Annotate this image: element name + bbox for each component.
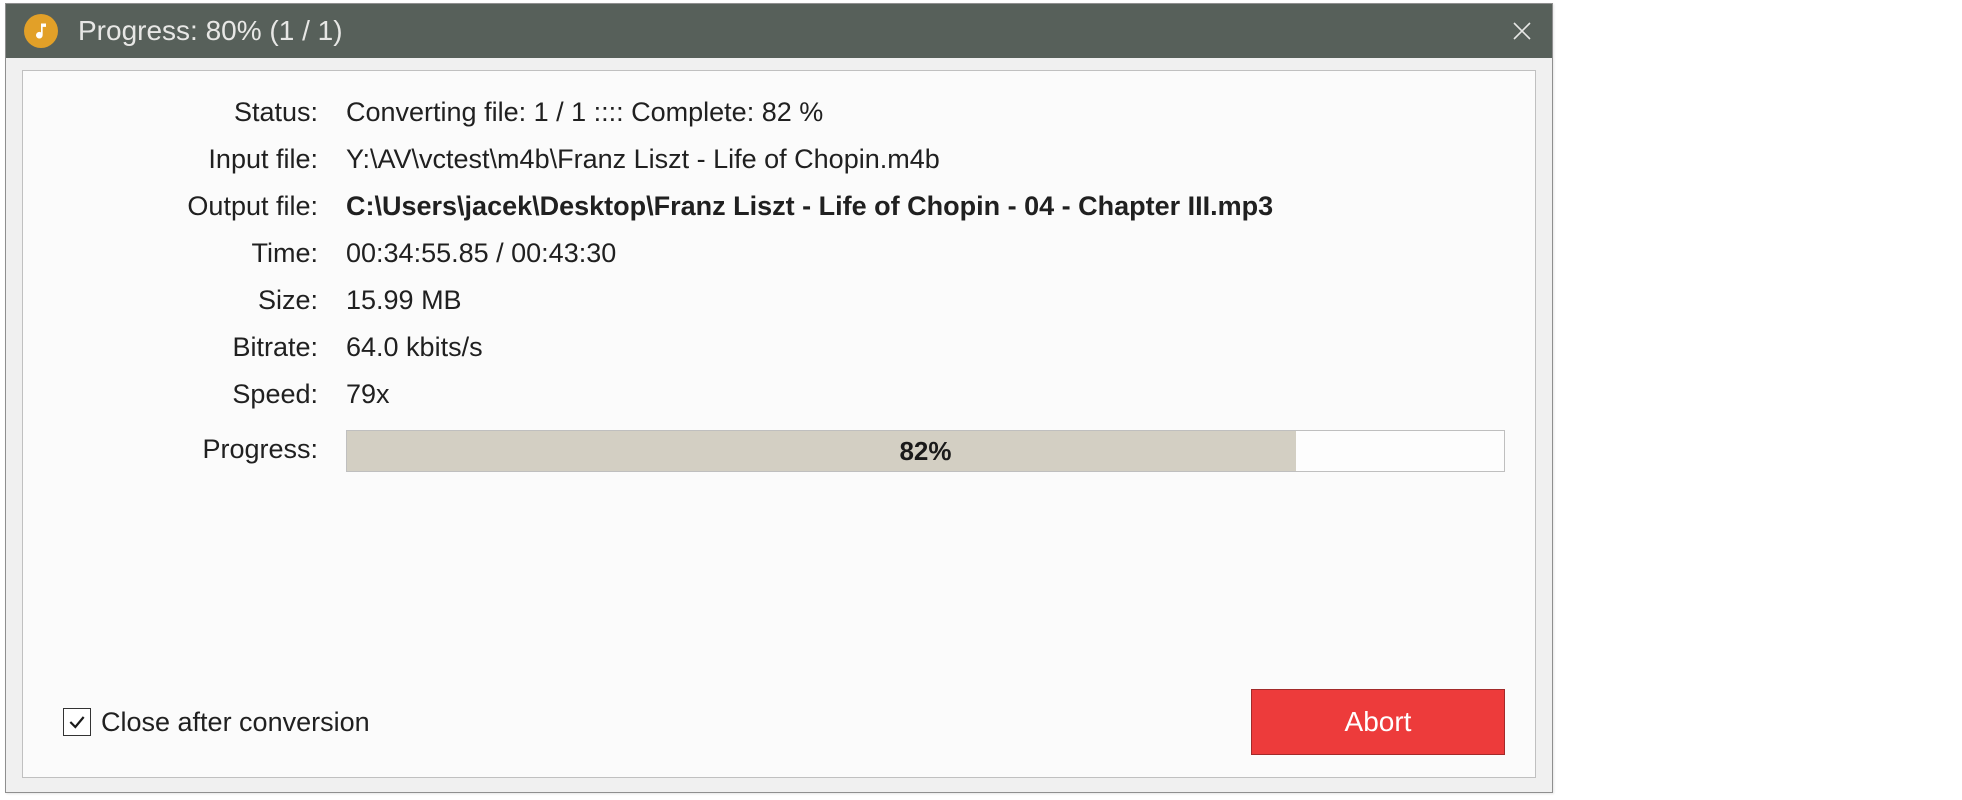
- progress-bar: 82%: [346, 430, 1505, 472]
- status-label: Status:: [23, 97, 318, 128]
- abort-button[interactable]: Abort: [1251, 689, 1505, 755]
- time-value: 00:34:55.85 / 00:43:30: [346, 238, 1505, 269]
- input-file-label: Input file:: [23, 144, 318, 175]
- close-button[interactable]: [1492, 4, 1552, 58]
- input-file-value: Y:\AV\vctest\m4b\Franz Liszt - Life of C…: [346, 144, 1505, 175]
- footer-row: Close after conversion Abort: [63, 689, 1505, 755]
- progress-dialog: Progress: 80% (1 / 1) Status: Converting…: [5, 3, 1553, 793]
- size-value: 15.99 MB: [346, 285, 1505, 316]
- speed-value: 79x: [346, 379, 1505, 410]
- abort-label: Abort: [1345, 706, 1412, 738]
- time-label: Time:: [23, 238, 318, 269]
- close-icon: [1510, 19, 1534, 43]
- client-area: Status: Converting file: 1 / 1 :::: Comp…: [22, 70, 1536, 778]
- bitrate-label: Bitrate:: [23, 332, 318, 363]
- progress-text: 82%: [347, 431, 1504, 471]
- progress-label: Progress:: [23, 426, 318, 472]
- close-after-label: Close after conversion: [101, 707, 370, 738]
- output-file-label: Output file:: [23, 191, 318, 222]
- music-note-icon: [24, 14, 58, 48]
- size-label: Size:: [23, 285, 318, 316]
- close-after-checkbox[interactable]: Close after conversion: [63, 707, 370, 738]
- info-grid: Status: Converting file: 1 / 1 :::: Comp…: [23, 97, 1535, 472]
- checkmark-icon: [67, 712, 87, 732]
- bitrate-value: 64.0 kbits/s: [346, 332, 1505, 363]
- speed-label: Speed:: [23, 379, 318, 410]
- output-file-value: C:\Users\jacek\Desktop\Franz Liszt - Lif…: [346, 191, 1505, 222]
- window-title: Progress: 80% (1 / 1): [78, 15, 1492, 47]
- checkbox-box: [63, 708, 91, 736]
- status-value: Converting file: 1 / 1 :::: Complete: 82…: [346, 97, 1505, 128]
- titlebar: Progress: 80% (1 / 1): [6, 4, 1552, 58]
